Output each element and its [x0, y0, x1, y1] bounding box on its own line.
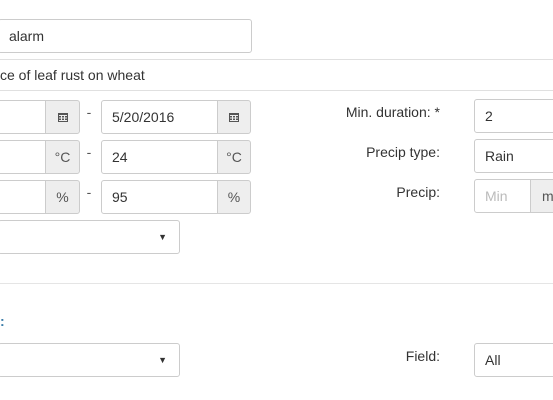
alarm-name-input[interactable]: alarm	[0, 19, 252, 53]
min-duration-label: Min. duration: *	[345, 104, 440, 120]
field-label: Field:	[405, 348, 440, 364]
description-field[interactable]: ce of leaf rust on wheat	[0, 59, 553, 91]
section-label: :	[0, 313, 5, 329]
humidity-range-dash: -	[86, 184, 92, 200]
temperature-max-unit: °C	[217, 140, 251, 174]
description-value: ce of leaf rust on wheat	[0, 67, 145, 83]
date-to-value: 5/20/2016	[112, 109, 175, 125]
min-duration-value: 2	[485, 108, 493, 124]
condition-select[interactable]: ▼	[0, 220, 180, 254]
temperature-min-input[interactable]	[0, 140, 46, 174]
field-select[interactable]: All	[474, 343, 553, 377]
humidity-min-input[interactable]	[0, 180, 46, 214]
chevron-down-icon: ▼	[158, 232, 167, 242]
date-to-calendar-button[interactable]	[217, 100, 251, 134]
humidity-max-unit: %	[217, 180, 251, 214]
date-to-input[interactable]: 5/20/2016	[101, 100, 218, 134]
temperature-min-unit: °C	[45, 140, 80, 174]
field-value: All	[485, 352, 501, 368]
section-divider	[0, 283, 553, 284]
humidity-max-value: 95	[112, 189, 128, 205]
calendar-icon	[229, 113, 239, 122]
temperature-max-input[interactable]: 24	[101, 140, 218, 174]
precip-min-input[interactable]: Min	[474, 179, 531, 213]
humidity-min-unit: %	[45, 180, 80, 214]
temperature-range-dash: -	[86, 144, 92, 160]
calendar-icon	[57, 113, 68, 122]
precip-label: Precip:	[396, 184, 440, 200]
precip-type-select[interactable]: Rain	[474, 139, 553, 173]
temperature-max-value: 24	[112, 149, 128, 165]
precip-type-label: Precip type:	[366, 144, 440, 160]
date-range-dash: -	[86, 104, 92, 120]
alarm-name-value: alarm	[9, 28, 45, 44]
precip-min-placeholder: Min	[485, 188, 508, 204]
chevron-down-icon: ▼	[158, 355, 167, 365]
date-from-calendar-button[interactable]	[45, 100, 80, 134]
min-duration-input[interactable]: 2	[474, 99, 553, 133]
date-from-input[interactable]	[0, 100, 46, 134]
precip-type-value: Rain	[485, 148, 514, 164]
crop-select[interactable]: ▼	[0, 343, 180, 377]
humidity-max-input[interactable]: 95	[101, 180, 218, 214]
precip-unit: m	[530, 179, 553, 213]
